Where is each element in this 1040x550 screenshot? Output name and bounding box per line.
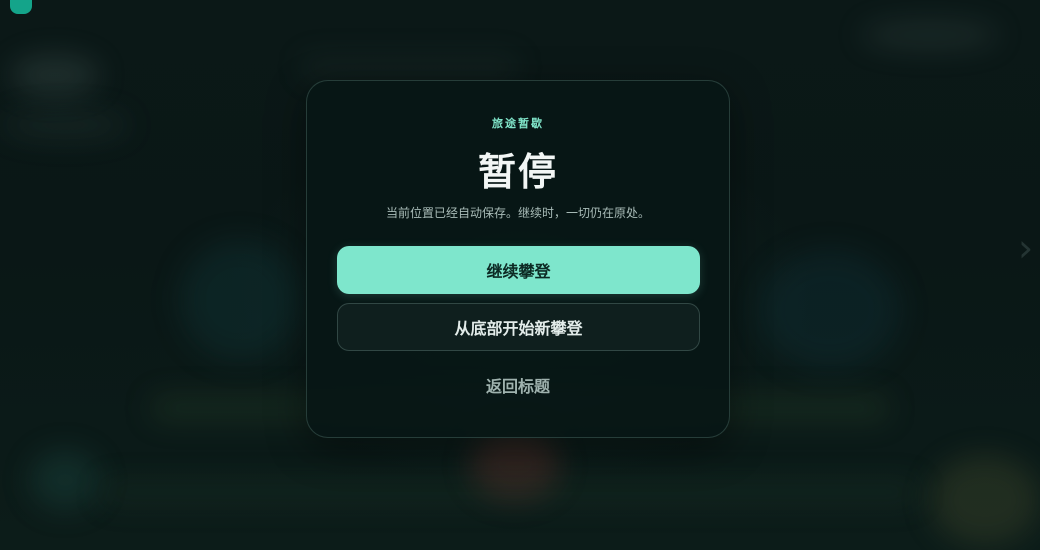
pause-dialog: 旅途暂歇 暂停 当前位置已经自动保存。继续时，一切仍在原处。 继续攀登 从底部开… <box>306 80 730 438</box>
restart-button-label: 从底部开始新攀登 <box>454 319 583 338</box>
app-badge-icon <box>10 0 32 14</box>
dialog-title: 暂停 <box>477 150 558 194</box>
blurred-scenery <box>760 250 900 370</box>
return-to-title-label: 返回标题 <box>485 377 550 396</box>
blurred-hud-element <box>300 55 520 79</box>
dialog-eyebrow: 旅途暂歇 <box>492 117 544 130</box>
continue-button-label: 继续攀登 <box>486 262 551 281</box>
return-to-title-button[interactable]: 返回标题 <box>307 373 729 397</box>
blurred-ground <box>100 480 920 504</box>
game-background: › 旅途暂歇 暂停 当前位置已经自动保存。继续时，一切仍在原处。 继续攀登 从底… <box>0 0 1040 550</box>
blurred-scenery <box>930 455 1040 545</box>
restart-from-bottom-button[interactable]: 从底部开始新攀登 <box>337 303 700 351</box>
chevron-right-icon: › <box>1018 226 1034 270</box>
blurred-scenery <box>30 450 100 510</box>
continue-button[interactable]: 继续攀登 <box>337 246 700 294</box>
blurred-hud-element <box>10 55 100 95</box>
dialog-subtitle: 当前位置已经自动保存。继续时，一切仍在原处。 <box>385 206 650 220</box>
blurred-hud-element <box>860 20 1000 50</box>
blurred-scenery <box>180 240 300 360</box>
blurred-hud-element <box>0 110 130 140</box>
